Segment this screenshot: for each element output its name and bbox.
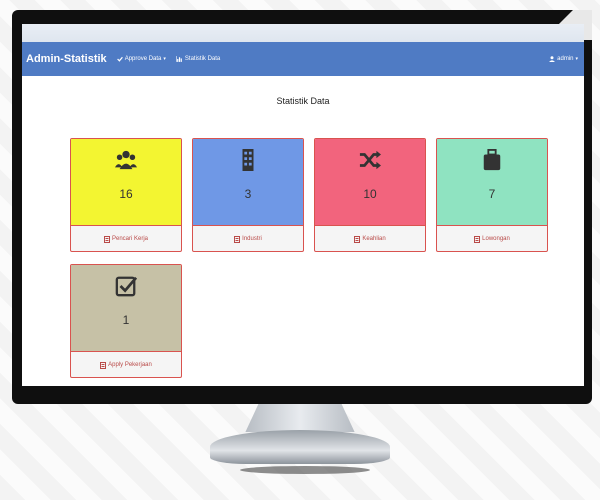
card-body: 1 xyxy=(71,265,181,351)
stat-card-apply-pekerjaan[interactable]: 1 Apply Pekerjaan xyxy=(70,264,182,378)
stat-card-industri[interactable]: 3 Industri xyxy=(192,138,304,252)
card-body: 16 xyxy=(71,139,181,225)
file-icon xyxy=(354,235,361,243)
file-icon xyxy=(100,361,107,369)
shuffle-icon xyxy=(359,150,381,170)
nav-statistik-data-label: Statistik Data xyxy=(184,56,221,62)
file-icon xyxy=(103,235,110,243)
card-body: 7 xyxy=(437,139,547,225)
page-title: Statistik Data xyxy=(276,96,330,106)
file-icon xyxy=(234,235,241,243)
card-label: Industri xyxy=(242,236,262,242)
nav-approve-data[interactable]: Approve Data ▾ xyxy=(116,56,166,62)
card-footer-link[interactable]: Pencari Kerja xyxy=(71,225,181,251)
card-count: 3 xyxy=(244,187,252,201)
browser-strip xyxy=(22,24,584,42)
card-footer-link[interactable]: Keahlian xyxy=(315,225,425,251)
nav-approve-data-label: Approve Data xyxy=(124,56,162,62)
card-count: 16 xyxy=(119,187,133,201)
card-footer-link[interactable]: Lowongan xyxy=(437,225,547,251)
chevron-down-icon: ▾ xyxy=(575,56,578,62)
card-count: 1 xyxy=(122,313,130,327)
stat-card-lowongan[interactable]: 7 Lowongan xyxy=(436,138,548,252)
card-label: Lowongan xyxy=(482,236,510,242)
card-label: Apply Pekerjaan xyxy=(108,362,152,368)
file-icon xyxy=(474,235,481,243)
card-body: 10 xyxy=(315,139,425,225)
card-count: 7 xyxy=(488,187,496,201)
user-menu-label: admin xyxy=(557,56,574,62)
monitor-base xyxy=(210,430,390,464)
brand[interactable]: Admin-Statistik xyxy=(22,53,107,65)
card-label: Pencari Kerja xyxy=(111,236,149,242)
card-count: 10 xyxy=(363,187,377,201)
users-icon xyxy=(115,150,137,170)
nav-statistik-data[interactable]: Statistik Data xyxy=(175,56,221,62)
card-body: 3 xyxy=(193,139,303,225)
user-icon xyxy=(549,56,556,62)
navbar: Admin-Statistik Approve Data ▾ Statistik… xyxy=(22,42,584,76)
checkbox-icon xyxy=(115,276,137,297)
stat-card-pencari-kerja[interactable]: 16 Pencari Kerja xyxy=(70,138,182,252)
card-label: Keahlian xyxy=(362,236,386,242)
monitor-neck xyxy=(245,404,355,432)
card-footer-link[interactable]: Industri xyxy=(193,225,303,251)
briefcase-icon xyxy=(483,149,501,171)
card-footer-link[interactable]: Apply Pekerjaan xyxy=(71,351,181,377)
user-menu[interactable]: admin ▾ xyxy=(549,56,578,62)
chevron-down-icon: ▾ xyxy=(163,56,166,62)
building-icon xyxy=(242,149,254,171)
stat-card-keahlian[interactable]: 10 Keahlian xyxy=(314,138,426,252)
bar-chart-icon xyxy=(175,56,182,62)
check-icon xyxy=(116,56,123,62)
monitor-shadow xyxy=(240,466,370,474)
